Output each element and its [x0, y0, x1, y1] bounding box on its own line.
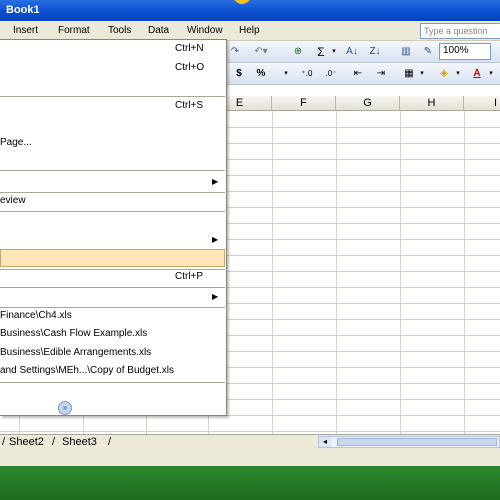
status-bar [0, 448, 500, 466]
zoom-select[interactable]: 100% [439, 43, 491, 60]
zoom-value: 100% [443, 45, 469, 56]
menu-tools[interactable]: Tools [108, 25, 131, 36]
menu-page-setup[interactable]: Page... [0, 134, 225, 152]
sheet-tab-bar: / Sheet2 / Sheet3 / ◂ [0, 434, 500, 448]
sheet-tab-sheet2[interactable]: Sheet2 [9, 435, 44, 449]
print-shortcut: Ctrl+P [175, 271, 204, 282]
autosum-icon[interactable]: Σ [314, 44, 328, 60]
redo-icon[interactable]: ↷ [228, 44, 242, 60]
sort-descending-icon[interactable]: Z↓ [367, 44, 383, 60]
menu-new[interactable]: Ctrl+N [0, 40, 225, 58]
drawing-icon[interactable]: ✎ [420, 44, 436, 60]
undo-dropdown-icon[interactable]: ↶▾ [250, 44, 272, 60]
grid-line [0, 431, 500, 432]
column-header-f[interactable]: F [272, 96, 336, 111]
autosum-dropdown-icon[interactable]: ▾ [330, 44, 338, 60]
toolbar-dropdown-icon[interactable]: ▾ [282, 66, 290, 82]
increase-decimal-icon[interactable]: ⁺.0 [298, 66, 316, 82]
font-color-icon[interactable]: A [470, 66, 484, 82]
borders-icon[interactable]: ▦ [401, 66, 417, 82]
menu-separator [0, 382, 225, 383]
column-header-g[interactable]: G [336, 96, 400, 111]
column-header-h[interactable]: H [400, 96, 464, 111]
fill-color-icon[interactable]: ◈ [436, 66, 452, 82]
decrease-indent-icon[interactable]: ⇤ [350, 66, 366, 82]
decrease-decimal-icon[interactable]: .0⁻ [322, 66, 340, 82]
scrollbar-thumb[interactable] [337, 438, 497, 446]
taskbar [0, 466, 500, 500]
tab-separator: / [2, 436, 6, 448]
percent-button[interactable]: % [254, 66, 268, 82]
save-shortcut: Ctrl+S [175, 100, 204, 111]
hyperlink-icon[interactable]: ⊕ [290, 44, 306, 60]
recent-file-4[interactable]: and Settings\MEh...\Copy of Budget.xls [0, 362, 225, 380]
help-search-input[interactable]: Type a question [420, 23, 500, 39]
file-menu-dropdown: Ctrl+N Ctrl+O Ctrl+S Page... ▶ eview ▶ C… [0, 39, 227, 416]
menu-submenu-2[interactable]: ▶ [0, 231, 225, 249]
menu-data[interactable]: Data [148, 25, 169, 36]
submenu-arrow-icon: ▶ [212, 177, 219, 186]
menu-print[interactable]: Ctrl+P [0, 268, 225, 286]
fill-color-dropdown-icon[interactable]: ▾ [454, 66, 462, 82]
menu-separator [0, 170, 225, 171]
scroll-left-icon[interactable]: ◂ [319, 437, 331, 447]
horizontal-scrollbar[interactable]: ◂ [318, 436, 500, 448]
new-shortcut: Ctrl+N [175, 43, 204, 54]
menu-separator [0, 211, 225, 212]
web-preview-label: eview [0, 195, 26, 206]
menu-insert[interactable]: Insert [13, 25, 38, 36]
submenu-arrow-icon: ▶ [212, 292, 219, 301]
tab-separator: / [108, 436, 112, 448]
increase-indent-icon[interactable]: ⇥ [373, 66, 389, 82]
sort-ascending-icon[interactable]: A↓ [344, 44, 360, 60]
submenu-arrow-icon: ▶ [212, 235, 219, 244]
open-shortcut: Ctrl+O [175, 62, 205, 73]
font-color-dropdown-icon[interactable]: ▾ [487, 66, 495, 82]
currency-button[interactable]: $ [233, 66, 245, 82]
expand-menu-chevron-icon[interactable]: » [58, 401, 72, 415]
menu-bar: Insert Format Tools Data Window Help Typ… [0, 21, 500, 41]
borders-dropdown-icon[interactable]: ▾ [418, 66, 426, 82]
window-title: Book1 [6, 4, 40, 16]
recent-file-1[interactable]: Finance\Ch4.xls [0, 307, 225, 325]
menu-web-page-preview[interactable]: eview [0, 192, 225, 210]
column-header-i[interactable]: I [464, 96, 500, 111]
menu-open[interactable]: Ctrl+O [0, 59, 225, 77]
recent-file-2[interactable]: Business\Cash Flow Example.xls [0, 325, 225, 343]
menu-save[interactable]: Ctrl+S [0, 97, 225, 115]
page-setup-label: Page... [0, 137, 32, 148]
excel-logo-icon [233, 0, 251, 4]
menu-help[interactable]: Help [239, 25, 260, 36]
menu-print-preview-highlighted[interactable] [0, 249, 225, 267]
title-bar: Book1 [0, 0, 500, 21]
menu-submenu-1[interactable]: ▶ [0, 173, 225, 191]
chart-wizard-icon[interactable]: ▥ [398, 44, 414, 60]
sheet-tab-sheet3[interactable]: Sheet3 [62, 435, 97, 449]
menu-send-to[interactable]: ▶ [0, 288, 225, 306]
recent-file-3[interactable]: Business\Edible Arrangements.xls [0, 344, 225, 362]
tab-separator: / [52, 436, 56, 448]
menu-format[interactable]: Format [58, 25, 90, 36]
menu-window[interactable]: Window [187, 25, 223, 36]
